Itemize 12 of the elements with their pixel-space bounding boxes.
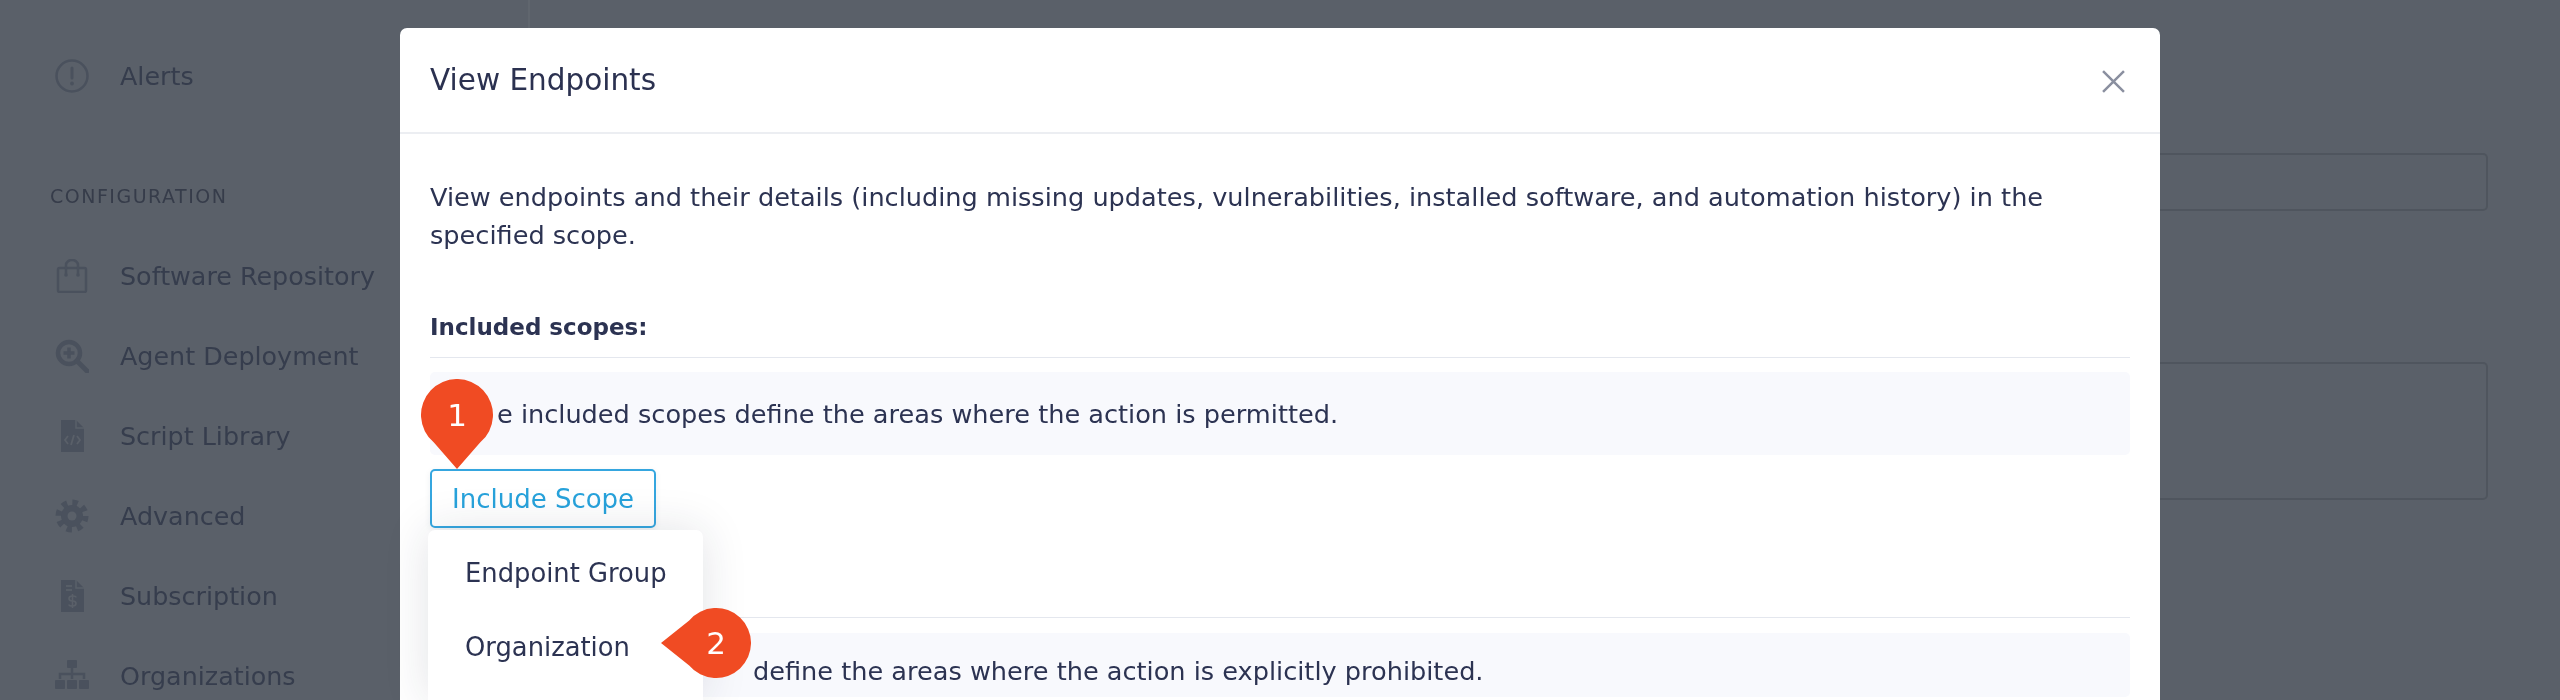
include-scope-button[interactable]: Include Scope bbox=[430, 469, 657, 528]
step-marker: 1 bbox=[421, 379, 493, 469]
info-text: define the areas where the action is explicitly prohibited. bbox=[753, 655, 1484, 687]
info-text: e included scopes define the areas where the action is permitted. bbox=[497, 397, 1339, 430]
close-icon bbox=[2102, 69, 2125, 93]
close-button[interactable] bbox=[2102, 69, 2125, 93]
section-label: Included scopes: bbox=[430, 308, 2130, 358]
dialog-title: View Endpoints bbox=[430, 63, 657, 97]
step-marker: 2 bbox=[661, 608, 751, 678]
input-field[interactable] bbox=[2160, 153, 2488, 211]
dropdown-option[interactable]: Endpoint Group bbox=[428, 536, 703, 610]
dialog-description: View endpoints and their details (including missing updates, vulnerabilities, installed software, and automation history) in the specified scope. bbox=[430, 181, 2045, 252]
